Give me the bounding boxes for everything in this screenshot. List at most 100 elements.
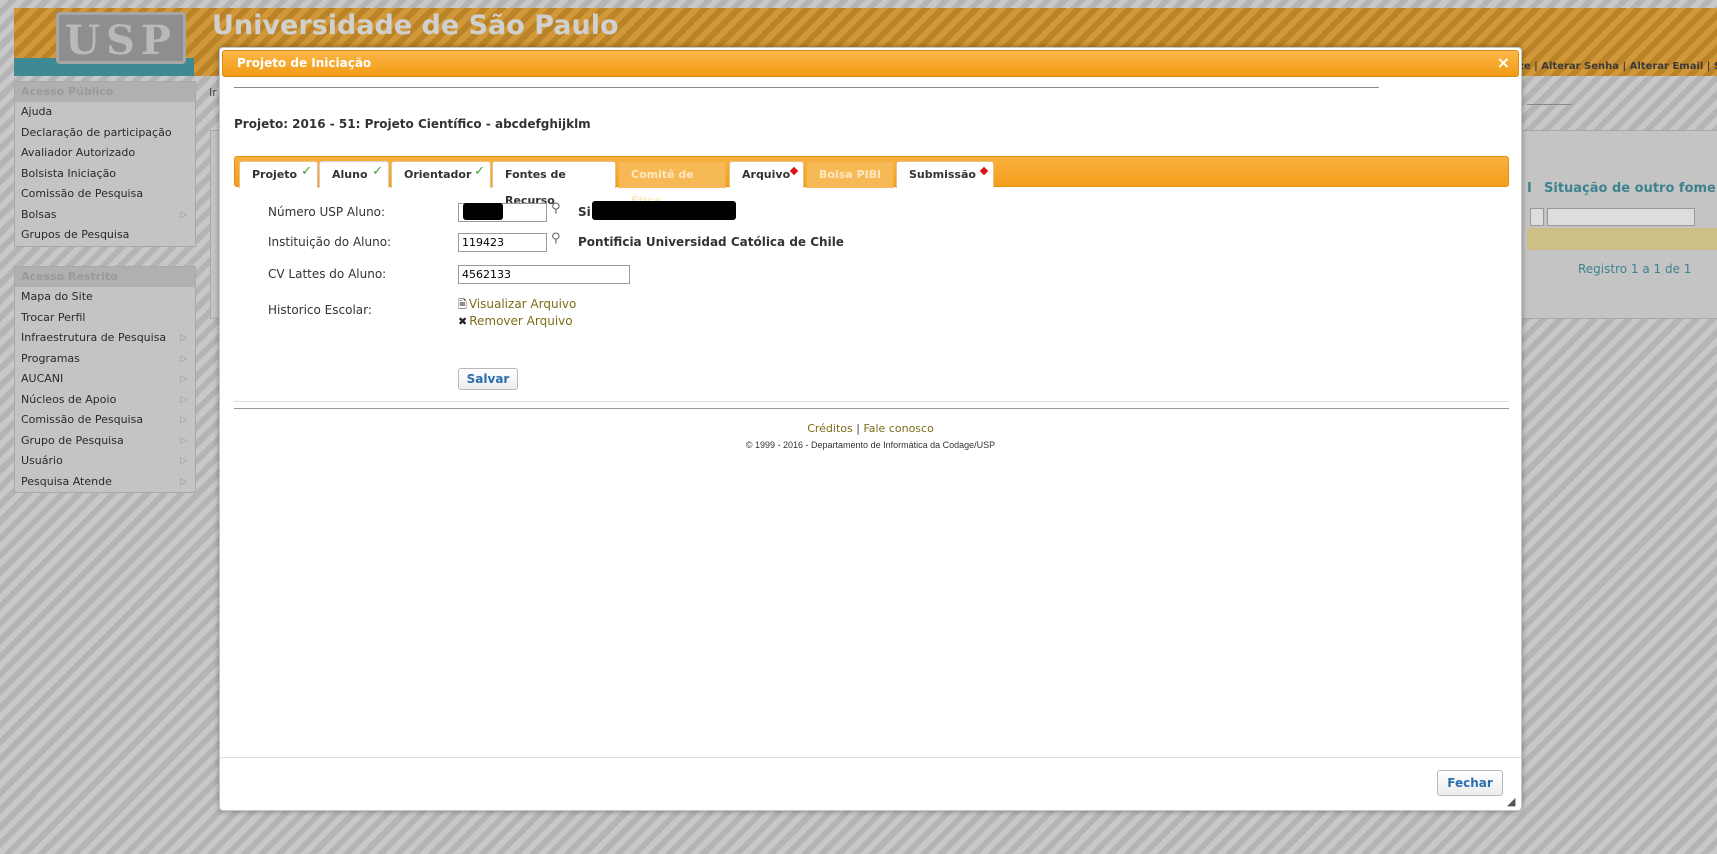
sidebar-item-label: Bolsas (21, 207, 57, 221)
view-file-link[interactable]: 🗎 Visualizar Arquivo (458, 296, 576, 315)
public-access-menu: Acesso Público Ajuda Declaração de partic… (14, 81, 196, 247)
cv-lattes-input[interactable]: 4562133 (458, 265, 630, 284)
close-icon[interactable]: × (1497, 53, 1510, 72)
footer-separator: | (852, 422, 864, 435)
sidebar-item[interactable]: AUCANI ▷ (15, 369, 195, 390)
table-filter-input[interactable] (1530, 208, 1544, 226)
table-row[interactable] (1527, 228, 1717, 250)
search-icon[interactable]: ⚲ (551, 231, 561, 246)
tab-submiss-o[interactable]: Submissão (896, 161, 994, 188)
sidebar-item[interactable]: Comissão de Pesquisa ▷ (15, 410, 195, 431)
sidebar-item-label: Avaliador Autorizado (21, 146, 136, 159)
chevron-right-icon: ▷ (180, 394, 187, 405)
sidebar-item-label: Grupo de Pesquisa (21, 433, 124, 447)
tab-bolsa-pibi[interactable]: Bolsa PIBI (806, 161, 894, 188)
table-filter-input[interactable] (1547, 208, 1695, 226)
sidebar-item-label: AUCANI (21, 372, 64, 385)
tab-bar: Projeto ✓ Aluno ✓ Orientador ✓ Fontes de Recur… (234, 156, 1509, 207)
remove-file-label: Remover Arquivo (469, 314, 573, 328)
tab-label: Bolsa PIBI (819, 168, 882, 181)
student-name-prefix: Si (578, 205, 591, 219)
chevron-right-icon: ▷ (180, 353, 187, 364)
checkmark-icon: ✓ (474, 164, 485, 179)
sidebar-item-label: Bolsista Iniciação (21, 166, 117, 180)
tab-fontes-de-recurso[interactable]: Fontes de Recurso (492, 161, 616, 207)
sidebar-item[interactable]: Ajuda (15, 102, 195, 123)
sidebar-item[interactable]: Infraestrutura de Pesquisa ▷ (15, 328, 195, 349)
public-access-title: Acesso Público (15, 82, 195, 102)
usp-logo: USP (56, 12, 186, 64)
sidebar-item[interactable]: Usuário ▷ (15, 451, 195, 472)
sidebar-item[interactable]: Bolsas ▷ (15, 205, 195, 226)
redacted-value (463, 203, 503, 220)
sidebar-item-label: Comissão de Pesquisa (21, 413, 144, 426)
sidebar-item-label: Programas (21, 351, 80, 365)
tab-label: Submissão (909, 168, 976, 181)
sidebar-item[interactable]: Grupos de Pesquisa (15, 225, 195, 246)
sidebar-item-label: Pesquisa Atende (21, 474, 112, 488)
chevron-right-icon: ▷ (180, 333, 187, 343)
tab-orientador[interactable]: Orientador ✓ (391, 161, 491, 188)
tab-label: Projeto (252, 168, 298, 181)
table-column-header-fragment: I (1527, 181, 1532, 196)
sidebar-item[interactable]: Bolsista Iniciação (15, 164, 195, 185)
dialog-button-bar (220, 757, 1521, 758)
sidebar-item[interactable]: Programas ▷ (15, 349, 195, 370)
copyright: © 1999 - 2016 - Departamento de Informát… (745, 440, 996, 450)
sidebar-item[interactable]: Núcleos de Apoio ▷ (15, 390, 195, 411)
restricted-access-title: Acesso Restrito (15, 267, 195, 287)
sidebar-item-label: Infraestrutura de Pesquisa (21, 331, 167, 344)
pending-marker-icon (979, 166, 989, 176)
sidebar-item[interactable]: Trocar Perfil (15, 308, 195, 329)
sidebar-item[interactable]: Grupo de Pesquisa ▷ (15, 431, 195, 452)
tab-aluno[interactable]: Aluno ✓ (319, 161, 389, 188)
tab-comit-de-tica[interactable]: Comitê de Ética (618, 161, 726, 207)
chevron-right-icon: ▷ (180, 374, 187, 384)
chevron-right-icon: ▷ (180, 415, 187, 425)
remove-file-link[interactable]: ✖ Remover Arquivo (458, 314, 573, 328)
tab-projeto[interactable]: Projeto ✓ (239, 161, 318, 188)
sidebar-item-label: Trocar Perfil (21, 310, 86, 324)
sidebar-item[interactable]: Comissão de Pesquisa (15, 184, 195, 205)
close-button[interactable]: Fechar (1437, 770, 1503, 796)
resize-grip-icon[interactable]: ◢ (1507, 796, 1519, 808)
footer-links: Créditos | Fale conosco (220, 422, 1521, 435)
redacted-name (592, 201, 736, 220)
institution-input[interactable]: 119423 (458, 233, 547, 252)
chevron-right-icon: ▷ (180, 456, 187, 466)
sidebar-item[interactable]: Declaração de participação (15, 123, 195, 144)
sidebar-item-label: Usuário (21, 454, 63, 467)
tab-label: Orientador (404, 168, 472, 181)
contact-link[interactable]: Fale conosco (863, 422, 933, 435)
divider (234, 408, 1509, 409)
transcript-label: Historico Escolar: (268, 303, 372, 317)
tab-arquivo[interactable]: Arquivo (729, 161, 804, 188)
chevron-right-icon: ▷ (180, 435, 187, 446)
dialog-titlebar[interactable]: Projeto de Iniciação × (222, 50, 1519, 77)
credits-link[interactable]: Créditos (807, 422, 853, 435)
chevron-right-icon: ▷ (180, 476, 187, 487)
student-form: Número USP Aluno: 7 ⚲ Si Instituição do … (234, 190, 1509, 402)
checkmark-icon: ✓ (301, 164, 312, 179)
search-icon[interactable]: ⚲ (551, 201, 561, 216)
usp-number-label: Número USP Aluno: (268, 205, 386, 219)
dialog-title: Projeto de Iniciação (237, 56, 372, 70)
sidebar-item[interactable]: Pesquisa Atende ▷ (15, 472, 195, 493)
project-heading: Projeto: 2016 - 51: Projeto Científico -… (234, 117, 591, 131)
project-dialog: Projeto de Iniciação × Projeto: 2016 - 5… (219, 47, 1522, 811)
sidebar-item-label: Declaração de participação (21, 125, 172, 139)
save-button[interactable]: Salvar (458, 368, 518, 390)
table-column-header[interactable]: Situação de outro fomento (1544, 181, 1717, 196)
view-file-label: Visualizar Arquivo (468, 297, 577, 311)
restricted-access-menu: Acesso Restrito Mapa do Site Trocar Perfi… (14, 266, 196, 493)
divider (1527, 104, 1572, 105)
remove-icon: ✖ (458, 315, 468, 328)
account-links[interactable]: ze | Alterar Senha | Alterar Email | Sa (1518, 61, 1717, 72)
sidebar-item[interactable]: Mapa do Site (15, 287, 195, 308)
cv-lattes-label: CV Lattes do Aluno: (268, 267, 387, 281)
sidebar-item-label: Núcleos de Apoio (21, 392, 117, 406)
institution-name: Pontificia Universidad Católica de Chile (578, 235, 844, 249)
file-icon: 🗎 (458, 298, 467, 311)
sidebar-item[interactable]: Avaliador Autorizado (15, 143, 195, 164)
sidebar-item-label: Comissão de Pesquisa (21, 187, 144, 200)
